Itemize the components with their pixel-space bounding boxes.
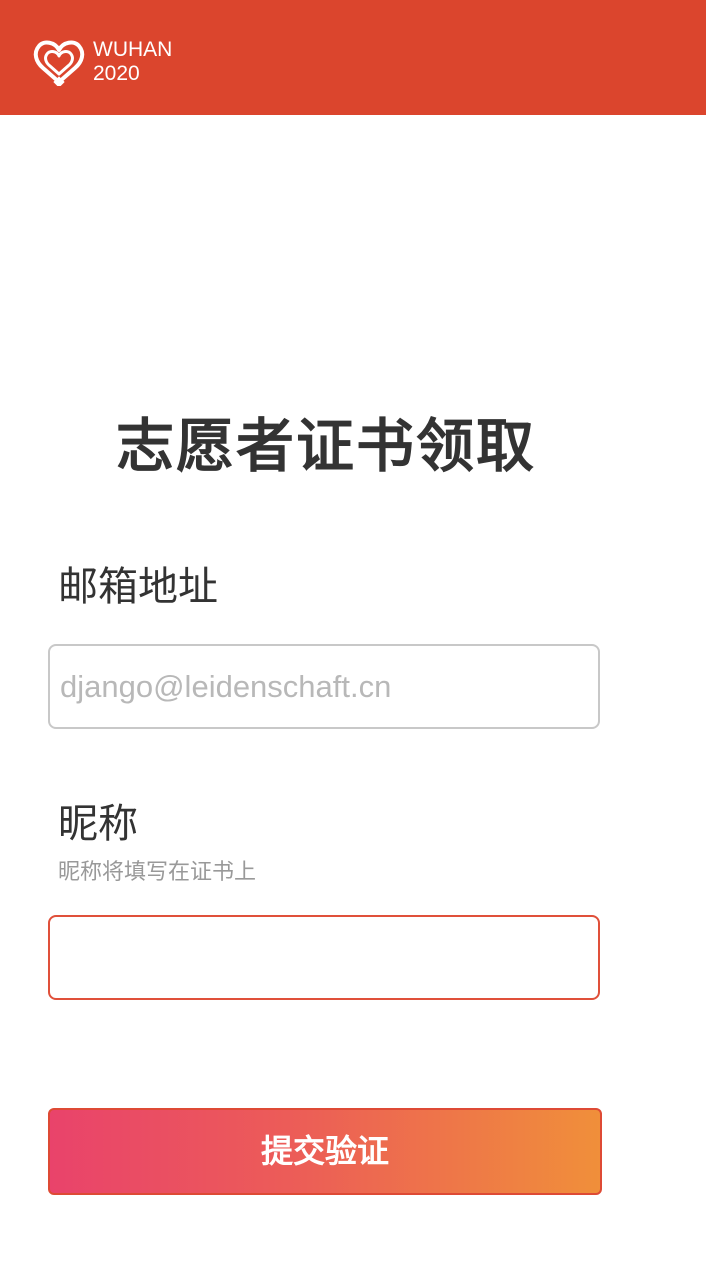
nickname-input[interactable] <box>48 915 600 1000</box>
page-title: 志愿者证书领取 <box>115 412 536 480</box>
nickname-label: 昵称 <box>58 801 138 847</box>
nickname-hint: 昵称将填写在证书上 <box>58 860 257 885</box>
header-edge <box>706 0 710 115</box>
email-label: 邮箱地址 <box>58 564 218 610</box>
app-header: WUHAN 2020 <box>0 0 706 115</box>
logo-line2: 2020 <box>93 62 140 85</box>
submit-button[interactable]: 提交验证 <box>48 1108 602 1195</box>
heart-logo-icon <box>33 40 85 86</box>
logo-text: WUHAN 2020 <box>93 38 172 86</box>
logo-line1: WUHAN <box>93 38 173 61</box>
email-input[interactable] <box>48 644 600 729</box>
